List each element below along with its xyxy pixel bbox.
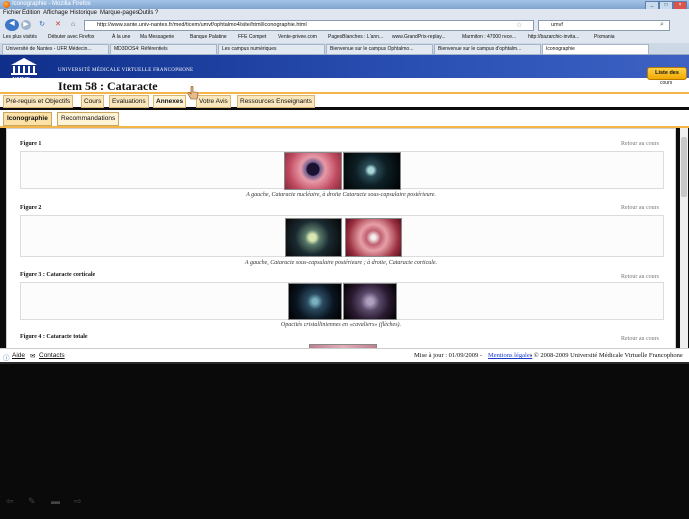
browser-tab[interactable]: Université de Nantes - UFR Médecin... [2,44,109,55]
figure-frame [20,151,664,190]
tab-cours[interactable]: Cours [81,95,105,108]
menu-help[interactable]: ? [155,10,158,16]
umvf-banner: UNIVERSITÉ MÉDICALE VIRTUELLE FRANCOPHON… [0,55,689,78]
cataracte-sous-capsulaire-2-image[interactable] [285,218,342,257]
retour-au-cours-link[interactable]: Retour au cours [621,141,659,147]
window-title: Iconographie - Mozilla Firefox [12,1,91,7]
figure-title: Figure 3 : Cataracte corticale [20,272,96,278]
tab-annexes[interactable]: Annexes [153,95,187,108]
stop-icon[interactable]: ✕ [53,20,63,30]
forward-icon[interactable]: ▶ [21,20,31,30]
bookmark-item[interactable]: Les plus visités [3,34,37,40]
retour-au-cours-link[interactable]: Retour au cours [621,205,659,211]
logo-text: UMVF [12,77,30,83]
update-date: Mise à jour : 01/09/2009 - [414,352,483,359]
bookmark-item[interactable]: Marmiton : 47000 rece... [462,34,516,40]
menu-affichage[interactable]: Affichage [43,10,68,16]
sub-tabs: Iconographie Recommandations [0,110,689,128]
bookmark-item[interactable]: Ma Messagerie [140,34,174,40]
search-icon[interactable]: ⌕ [660,21,664,29]
pen-icon[interactable]: ✎ [28,497,37,506]
menu-marque-pages[interactable]: Marque-pages [100,10,139,16]
star-icon[interactable]: ☆ [516,21,522,29]
figure-title: Figure 4 : Cataracte totale [20,334,88,340]
browser-tab-bar: Université de Nantes - UFR Médecin... MD… [0,43,689,55]
browser-tab-active[interactable]: Iconographie [542,44,649,55]
gallery-icon[interactable]: ▬ [51,497,60,506]
figure-frame [20,215,664,257]
bookmark-item[interactable]: Banque Palatine [190,34,227,40]
browser-tab[interactable]: Bienvenue sur le campus d'ophtalm... [434,44,541,55]
bookmark-item[interactable]: Vente-privee.com [278,34,317,40]
back-icon[interactable]: ◀ [5,19,19,31]
search-value: umvf [551,22,563,28]
bookmark-item[interactable]: À la une [112,34,130,40]
figure-title: Figure 1 [20,141,42,147]
figure-title: Figure 2 [20,205,42,211]
bookmarks-toolbar: Les plus visités Débuter avec Firefox À … [0,32,689,43]
browser-tab[interactable]: Bienvenue sur le campus Ophtalmo... [326,44,433,55]
url-text: http://www.sante.univ-nantes.fr/med/tice… [97,22,307,28]
copyright: - © 2008-2009 Université Médicale Virtue… [530,352,683,359]
address-bar[interactable]: http://www.sante.univ-nantes.fr/med/tice… [84,20,534,31]
liste-des-cours-button[interactable]: Liste des [647,67,687,80]
tab-evaluations[interactable]: Evaluations [109,95,149,108]
bookmark-item[interactable]: http://bazarchic-invita... [528,34,579,40]
figure-caption: A gauche, Cataracte nucléaire, à droite … [246,192,436,198]
menu-fichier[interactable]: Fichier [3,10,21,16]
arrow-right-icon[interactable]: ⇨ [74,497,83,506]
contacts-icon[interactable]: ✉ [30,352,35,360]
university-name: UNIVERSITÉ MÉDICALE VIRTUELLE FRANCOPHON… [58,68,194,73]
window-title-bar: Iconographie - Mozilla Firefox _ □ × [0,0,689,10]
blank-area [0,362,689,519]
liste-des-cours-sub[interactable]: cours [660,80,672,86]
menu-outils[interactable]: Outils [138,10,153,16]
tab-prerequis[interactable]: Pré-requis et Objectifs [3,95,74,108]
menu-edition[interactable]: Edition [22,10,40,16]
tab-ressources-enseignants[interactable]: Ressources Enseignants [237,95,315,108]
menu-bar: Fichier Edition Affichage Historique Mar… [0,9,689,18]
tab-iconographie[interactable]: Iconographie [3,112,52,126]
temple-icon [11,58,37,75]
retour-au-cours-link[interactable]: Retour au cours [621,274,659,280]
section-tabs: Pré-requis et Objectifs Cours Evaluation… [0,92,689,108]
bookmark-item[interactable]: Pixmania [594,34,615,40]
hand-cursor-icon [187,86,199,100]
home-icon[interactable]: ⌂ [68,20,78,30]
tab-recommandations[interactable]: Recommandations [57,112,120,126]
opacites-cavaliers-image-1[interactable] [288,283,342,320]
figure-frame [20,282,664,320]
bookmark-item[interactable]: Débuter avec Firefox [48,34,94,40]
menu-historique[interactable]: Historique [70,10,97,16]
browser-tab[interactable]: Les campus numériques [218,44,325,55]
cataracte-nucleaire-image[interactable] [284,152,342,190]
page-footer: ⓘ Aide ✉ Contacts Mise à jour : 01/09/20… [0,348,689,363]
reload-icon[interactable]: ↻ [37,20,47,30]
tab-votre-avis[interactable]: Votre Avis [196,95,231,108]
help-icon[interactable]: ⓘ [3,352,10,362]
firefox-icon [3,1,10,8]
figure-caption: A gauche, Cataracte sous-capsulaire post… [244,260,438,266]
figure-caption: Opacités cristalliniennes en «cavaliers»… [280,322,402,328]
aide-link[interactable]: Aide [12,352,25,359]
bookmark-item[interactable]: www.GrandPrix-replay... [392,34,446,40]
mentions-legales-link[interactable]: Mentions légales [488,352,532,359]
bookmark-item[interactable]: PagesBlanches : L'ann... [328,34,383,40]
cataracte-sous-capsulaire-image[interactable] [343,152,401,190]
cataracte-corticale-image[interactable] [345,218,402,257]
scrollbar-thumb[interactable] [681,137,687,197]
browser-tab[interactable]: MD3DOS4: Référentiels [110,44,217,55]
contacts-link[interactable]: Contacts [39,352,65,359]
opacites-cavaliers-image-2[interactable] [343,283,397,320]
arrow-left-icon[interactable]: ⇦ [6,497,15,506]
iconographie-content: Figure 1 Retour au cours A gauche, Catar… [6,128,676,350]
search-input[interactable]: umvf ⌕ [538,20,670,31]
bookmark-item[interactable]: FFE Compet [238,34,266,40]
umvf-logo: UMVF [8,57,40,83]
retour-au-cours-link[interactable]: Retour au cours [621,336,659,342]
